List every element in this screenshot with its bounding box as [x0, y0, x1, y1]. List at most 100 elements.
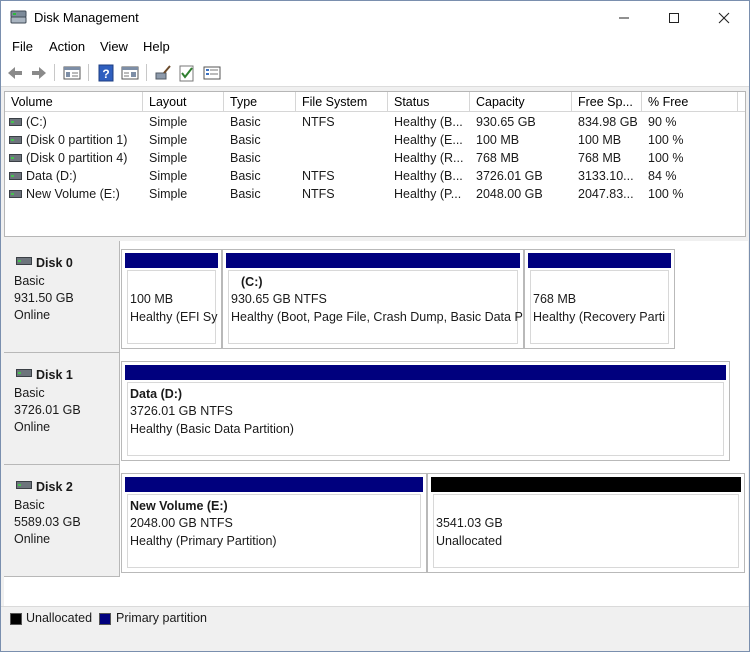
disk-icon: [16, 369, 32, 377]
legend-bar: Unallocated Primary partition: [1, 606, 749, 651]
column-header-capacity[interactable]: Capacity: [470, 92, 572, 112]
volume-row[interactable]: (Disk 0 partition 1) Simple Basic Health…: [5, 131, 745, 149]
toolbar-separator: [88, 64, 89, 81]
disk-info-panel[interactable]: Disk 2 Basic 5589.03 GB Online: [4, 465, 120, 577]
partition-title: New Volume (E:): [130, 499, 228, 513]
volume-file-system: NTFS: [302, 169, 335, 183]
menu-help[interactable]: Help: [143, 39, 170, 54]
volume-file-system: [302, 149, 386, 167]
check-icon[interactable]: [177, 63, 197, 83]
close-icon: [718, 12, 730, 24]
help-icon[interactable]: ?: [96, 63, 116, 83]
partition-block[interactable]: Data (D:) 3726.01 GB NTFS Healthy (Basic…: [121, 361, 730, 461]
menu-file[interactable]: File: [12, 39, 33, 54]
console-icon[interactable]: [202, 63, 222, 83]
legend-unallocated: Unallocated: [26, 611, 93, 625]
disk-name: Disk 1: [36, 368, 73, 382]
volume-layout: Simple: [149, 187, 188, 201]
partition-title: (C:): [241, 275, 263, 289]
volume-row[interactable]: Data (D:) Simple Basic NTFS Healthy (B..…: [5, 167, 745, 185]
volume-layout: Simple: [149, 169, 188, 183]
partition-block[interactable]: 100 MB Healthy (EFI Sy: [121, 249, 222, 349]
disk-icon: [16, 257, 32, 265]
disk-row: Disk 2 Basic 5589.03 GB Online New Volum…: [4, 465, 748, 577]
partition-status: Healthy (Basic Data Partition): [130, 422, 294, 436]
partition-block[interactable]: New Volume (E:) 2048.00 GB NTFS Healthy …: [121, 473, 427, 573]
volume-list: Volume Layout Type File System Status Ca…: [4, 91, 746, 237]
volume-capacity: 2048.00 GB: [476, 187, 543, 201]
rescan-icon[interactable]: [153, 63, 173, 83]
partition-block[interactable]: (C:) 930.65 GB NTFS Healthy (Boot, Page …: [222, 249, 524, 349]
column-header-status[interactable]: Status: [388, 92, 470, 112]
maximize-button[interactable]: [649, 1, 699, 34]
toolbar-separator: [54, 64, 55, 81]
disk-row: Disk 0 Basic 931.50 GB Online 100 MB Hea…: [4, 241, 748, 353]
disk-type: Basic: [14, 386, 45, 400]
volume-row[interactable]: New Volume (E:) Simple Basic NTFS Health…: [5, 185, 745, 203]
column-header-free-space[interactable]: Free Sp...: [572, 92, 642, 112]
menu-action[interactable]: Action: [49, 39, 85, 54]
close-button[interactable]: [699, 1, 749, 34]
title-bar: Disk Management: [1, 1, 749, 34]
partition-status: Healthy (Boot, Page File, Crash Dump, Ba…: [231, 310, 523, 324]
partition-status: Healthy (EFI Sy: [130, 310, 218, 324]
partition-inner: [127, 382, 724, 456]
primary-partition-bar: [226, 253, 520, 268]
primary-partition-bar: [528, 253, 671, 268]
partition-size: 3726.01 GB NTFS: [130, 404, 233, 418]
back-arrow-icon[interactable]: [5, 63, 25, 83]
partition-status: Healthy (Recovery Parti: [533, 310, 665, 324]
unallocated-block[interactable]: 3541.03 GB Unallocated: [427, 473, 745, 573]
primary-partition-bar: [125, 365, 726, 380]
column-header-percent-free[interactable]: % Free: [642, 92, 738, 112]
disk-info-panel[interactable]: Disk 0 Basic 931.50 GB Online: [4, 241, 120, 353]
volume-status: Healthy (P...: [394, 187, 462, 201]
partition-inner: [228, 270, 518, 344]
volume-row[interactable]: (C:) Simple Basic NTFS Healthy (B... 930…: [5, 113, 745, 131]
minimize-button[interactable]: [599, 1, 649, 34]
volume-name: (Disk 0 partition 4): [26, 151, 128, 165]
volume-percent-free: 84 %: [648, 169, 677, 183]
disk-type: Basic: [14, 498, 45, 512]
volume-status: Healthy (R...: [394, 151, 464, 165]
disk-view-icon[interactable]: [62, 63, 82, 83]
unallocated-bar: [431, 477, 741, 492]
properties-icon[interactable]: [120, 63, 140, 83]
primary-partition-bar: [125, 477, 423, 492]
column-header-file-system[interactable]: File System: [296, 92, 388, 112]
disk-info-panel[interactable]: Disk 1 Basic 3726.01 GB Online: [4, 353, 120, 465]
partition-block[interactable]: 768 MB Healthy (Recovery Parti: [524, 249, 675, 349]
volume-free-space: 768 MB: [578, 151, 622, 165]
volume-capacity: 3726.01 GB: [476, 169, 543, 183]
minimize-icon: [619, 17, 629, 19]
unallocated-size: 3541.03 GB: [436, 516, 503, 530]
disk-icon: [16, 481, 32, 489]
column-header-volume[interactable]: Volume: [5, 92, 143, 112]
volume-free-space: 100 MB: [578, 133, 622, 147]
volume-capacity: 768 MB: [476, 151, 520, 165]
partition-size: 2048.00 GB NTFS: [130, 516, 233, 530]
disk-size: 5589.03 GB: [14, 515, 81, 529]
volume-free-space: 834.98 GB: [578, 115, 638, 129]
menu-view[interactable]: View: [100, 39, 128, 54]
column-header-type[interactable]: Type: [224, 92, 296, 112]
partition-size: 930.65 GB NTFS: [231, 292, 327, 306]
volume-name: New Volume (E:): [26, 187, 120, 201]
menu-bar: File Action View Help: [1, 34, 749, 58]
volume-list-header: Volume Layout Type File System Status Ca…: [5, 92, 745, 112]
volume-type: Basic: [230, 187, 261, 201]
primary-partition-swatch: [99, 613, 111, 625]
volume-row[interactable]: (Disk 0 partition 4) Simple Basic Health…: [5, 149, 745, 167]
drive-icon: [9, 154, 22, 162]
toolbar: ?: [1, 58, 749, 87]
volume-percent-free: 100 %: [648, 187, 684, 201]
forward-arrow-icon[interactable]: [29, 63, 49, 83]
volume-type: Basic: [230, 169, 261, 183]
volume-type: Basic: [230, 115, 261, 129]
column-header-layout[interactable]: Layout: [143, 92, 224, 112]
legend-primary-partition: Primary partition: [116, 611, 207, 625]
volume-layout: Simple: [149, 151, 188, 165]
unallocated-label: Unallocated: [436, 534, 503, 548]
drive-icon: [9, 136, 22, 144]
volume-status: Healthy (E...: [394, 133, 463, 147]
